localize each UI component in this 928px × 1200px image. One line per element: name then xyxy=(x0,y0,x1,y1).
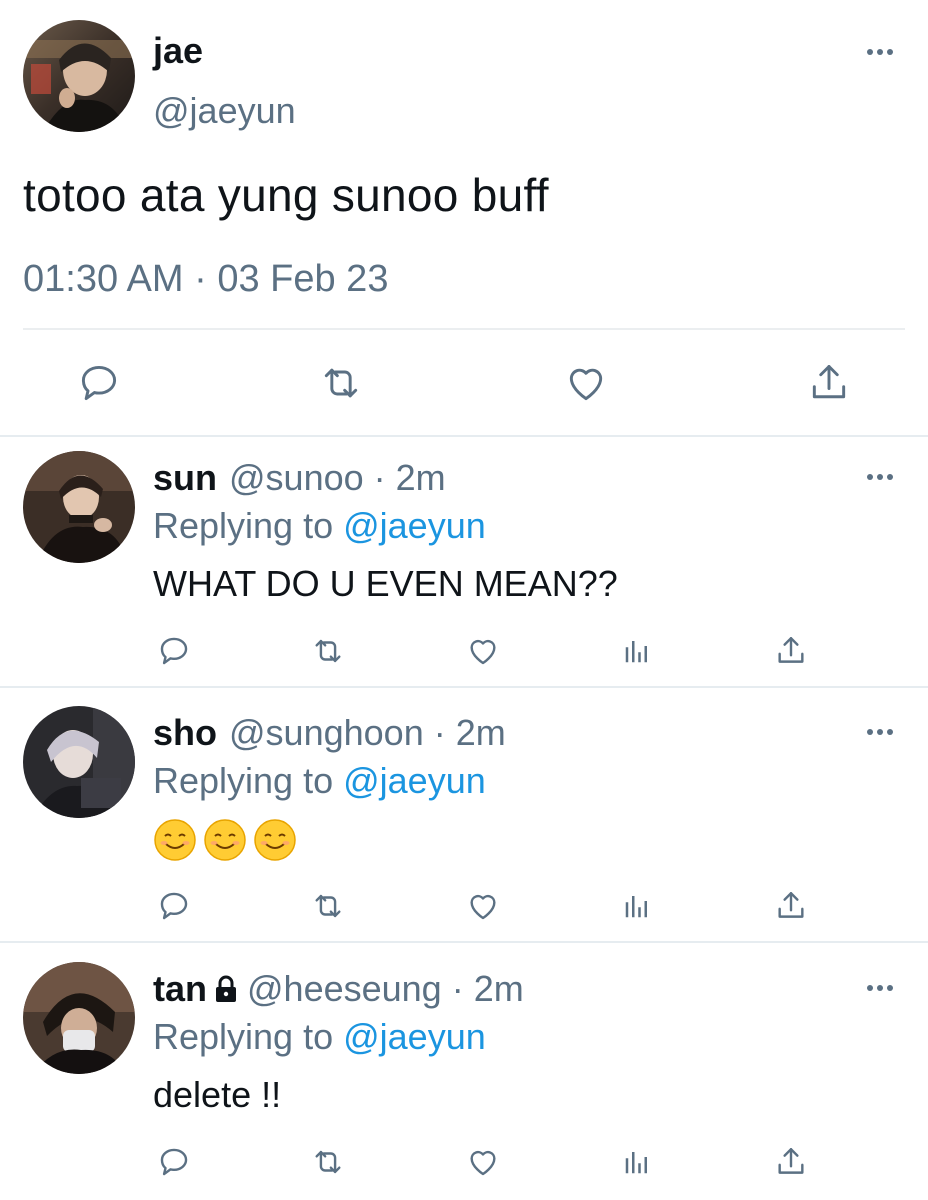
more-dots-icon[interactable] xyxy=(862,467,898,487)
reply-icon[interactable] xyxy=(156,1144,192,1180)
like-icon[interactable] xyxy=(465,1144,501,1180)
author-handle[interactable]: @heeseung xyxy=(247,968,442,1010)
reply-tweet[interactable]: sun @sunoo · 2m Replying to @jaeyun WHAT… xyxy=(0,437,928,689)
replying-to: Replying to @jaeyun xyxy=(153,760,486,802)
divider xyxy=(0,686,928,688)
reply-header: sho @sunghoon · 2m xyxy=(153,712,506,754)
tweet-text: totoo ata yung sunoo buff xyxy=(23,169,549,221)
replying-to: Replying to @jaeyun xyxy=(153,1016,486,1058)
reply-icon[interactable] xyxy=(156,888,192,924)
reply-text: delete !! xyxy=(153,1074,282,1115)
separator-dot: · xyxy=(363,457,396,498)
smiling-face-icon xyxy=(204,819,246,861)
lock-icon xyxy=(213,975,239,1003)
analytics-icon[interactable] xyxy=(619,1144,655,1180)
avatar[interactable] xyxy=(23,962,135,1074)
like-icon[interactable] xyxy=(465,888,501,924)
author-name[interactable]: tan xyxy=(153,968,207,1010)
reply-icon[interactable] xyxy=(156,633,192,669)
emoji-row xyxy=(153,818,297,862)
avatar[interactable] xyxy=(23,451,135,563)
divider xyxy=(23,328,905,330)
reply-header: sun @sunoo · 2m xyxy=(153,457,446,499)
author-name[interactable]: jae xyxy=(153,30,203,72)
retweet-icon[interactable] xyxy=(310,888,346,924)
separator-dot: · xyxy=(423,712,456,753)
retweet-icon[interactable] xyxy=(310,633,346,669)
author-handle[interactable]: @jaeyun xyxy=(153,90,296,132)
tweet-timestamp[interactable]: 01:30 AM · 03 Feb 23 xyxy=(23,258,388,301)
analytics-icon[interactable] xyxy=(619,888,655,924)
replying-prefix: Replying to xyxy=(153,505,344,546)
replying-prefix: Replying to xyxy=(153,1016,344,1057)
smiling-face-icon xyxy=(254,819,296,861)
like-icon[interactable] xyxy=(563,360,609,406)
reply-time[interactable]: 2m xyxy=(474,968,524,1010)
reply-tweet[interactable]: tan @heeseung · 2m Replying to @jaeyun d… xyxy=(0,948,928,1200)
author-handle[interactable]: @sunoo xyxy=(229,457,364,499)
like-icon[interactable] xyxy=(465,633,501,669)
mention-link[interactable]: @jaeyun xyxy=(343,1016,486,1057)
reply-text: 😊😊😊 xyxy=(153,818,297,862)
retweet-icon[interactable] xyxy=(310,1144,346,1180)
reply-time[interactable]: 2m xyxy=(456,712,506,754)
reply-header: tan @heeseung · 2m xyxy=(153,968,524,1010)
author-name[interactable]: sho xyxy=(153,712,217,754)
share-icon[interactable] xyxy=(806,360,852,406)
reply-tweet[interactable]: sho @sunghoon · 2m Replying to @jaeyun 😊… xyxy=(0,692,928,944)
retweet-icon[interactable] xyxy=(318,360,364,406)
smiling-face-icon xyxy=(154,819,196,861)
more-dots-icon[interactable] xyxy=(862,978,898,998)
reply-icon[interactable] xyxy=(76,360,122,406)
share-icon[interactable] xyxy=(773,888,809,924)
analytics-icon[interactable] xyxy=(619,633,655,669)
divider xyxy=(0,941,928,943)
replying-prefix: Replying to xyxy=(153,760,344,801)
avatar[interactable] xyxy=(23,20,135,132)
share-icon[interactable] xyxy=(773,1144,809,1180)
reply-text: WHAT DO U EVEN MEAN?? xyxy=(153,563,618,604)
separator-dot: · xyxy=(441,968,474,1009)
main-tweet: jae @jaeyun totoo ata yung sunoo buff 01… xyxy=(0,0,928,436)
author-name[interactable]: sun xyxy=(153,457,217,499)
mention-link[interactable]: @jaeyun xyxy=(343,760,486,801)
share-icon[interactable] xyxy=(773,633,809,669)
reply-time[interactable]: 2m xyxy=(396,457,446,499)
mention-link[interactable]: @jaeyun xyxy=(343,505,486,546)
more-dots-icon[interactable] xyxy=(862,722,898,742)
more-dots-icon[interactable] xyxy=(862,42,898,62)
author-handle[interactable]: @sunghoon xyxy=(229,712,424,754)
replying-to: Replying to @jaeyun xyxy=(153,505,486,547)
avatar[interactable] xyxy=(23,706,135,818)
